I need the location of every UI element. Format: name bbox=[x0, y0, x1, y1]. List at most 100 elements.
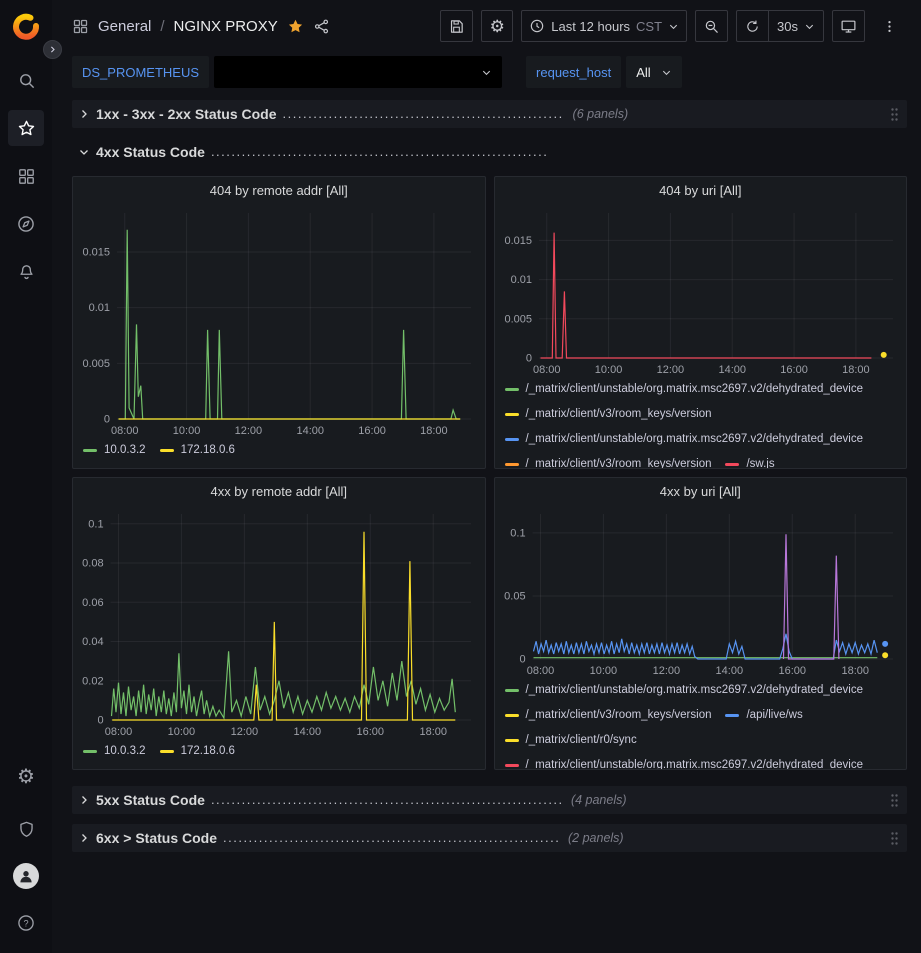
row-drag-handle[interactable] bbox=[890, 831, 899, 846]
star-icon bbox=[17, 119, 36, 138]
legend-item[interactable]: /_matrix/client/unstable/org.matrix.msc2… bbox=[505, 432, 864, 447]
panel-title[interactable]: 404 by uri [All] bbox=[495, 177, 907, 203]
legend-series-marker bbox=[725, 463, 739, 466]
chevron-down-icon bbox=[668, 21, 679, 32]
row-header-6xx[interactable]: 6xx > Status Code ......................… bbox=[72, 824, 907, 852]
user-avatar[interactable] bbox=[13, 863, 39, 889]
timeseries-chart[interactable]: 00.020.040.060.080.108:0010:0012:0014:00… bbox=[73, 504, 485, 742]
panel-title[interactable]: 404 by remote addr [All] bbox=[73, 177, 485, 203]
row-panel-count: (4 panels) bbox=[571, 793, 627, 807]
favorite-star-button[interactable] bbox=[287, 18, 304, 35]
legend-series-label: /api/live/ws bbox=[746, 708, 802, 723]
refresh-interval-select[interactable]: 30s bbox=[768, 11, 823, 41]
tv-mode-button[interactable] bbox=[832, 10, 865, 42]
panel-title[interactable]: 4xx by remote addr [All] bbox=[73, 478, 485, 504]
timeseries-chart[interactable]: 00.0050.010.01508:0010:0012:0014:0016:00… bbox=[73, 203, 485, 441]
sidebar-item-server-admin[interactable] bbox=[8, 811, 44, 847]
legend-series-label: 172.18.0.6 bbox=[181, 744, 235, 759]
svg-text:0: 0 bbox=[519, 654, 525, 666]
help-icon: ? bbox=[16, 913, 36, 933]
svg-text:10:00: 10:00 bbox=[594, 364, 622, 376]
row-title: 6xx > Status Code bbox=[96, 830, 217, 846]
grafana-swirl bbox=[16, 17, 36, 37]
svg-text:0.01: 0.01 bbox=[89, 302, 110, 314]
request-host-select[interactable]: All bbox=[626, 56, 681, 88]
row-header-1xx-3xx-2xx[interactable]: 1xx - 3xx - 2xx Status Code ............… bbox=[72, 100, 907, 128]
gear-icon: ⚙ bbox=[17, 767, 35, 787]
sidebar-item-configuration[interactable]: ⚙ bbox=[8, 759, 44, 795]
legend-series-marker bbox=[505, 438, 519, 441]
legend-item[interactable]: /api/live/ws bbox=[725, 708, 802, 723]
svg-text:18:00: 18:00 bbox=[419, 726, 447, 738]
row-dotted-leader: ........................................… bbox=[211, 144, 546, 161]
svg-text:0: 0 bbox=[104, 414, 110, 426]
legend-item[interactable]: 10.0.3.2 bbox=[83, 744, 146, 759]
panel-title[interactable]: 4xx by uri [All] bbox=[495, 478, 907, 504]
legend-item[interactable]: 10.0.3.2 bbox=[83, 443, 146, 458]
toolbar: ⚙ Last 12 hours CST 30s bbox=[440, 10, 905, 42]
zoom-out-button[interactable] bbox=[695, 10, 728, 42]
star-filled-icon bbox=[287, 18, 304, 35]
save-dashboard-button[interactable] bbox=[440, 10, 473, 42]
compass-icon bbox=[16, 214, 36, 234]
svg-text:0.1: 0.1 bbox=[88, 518, 103, 530]
bell-icon bbox=[17, 263, 36, 282]
legend-item[interactable]: 172.18.0.6 bbox=[160, 443, 235, 458]
row-drag-handle[interactable] bbox=[890, 793, 899, 808]
panel-404-by-uri: 404 by uri [All] 00.0050.010.01508:0010:… bbox=[494, 176, 908, 469]
breadcrumb-folder[interactable]: General bbox=[98, 18, 151, 35]
timeseries-chart[interactable]: 00.050.108:0010:0012:0014:0016:0018:00 bbox=[495, 504, 907, 681]
row-header-4xx[interactable]: 4xx Status Code ........................… bbox=[72, 138, 907, 166]
share-button[interactable] bbox=[313, 18, 330, 35]
dashboard-settings-button[interactable]: ⚙ bbox=[481, 10, 513, 42]
dashboard-title[interactable]: NGINX PROXY bbox=[174, 18, 278, 35]
legend-series-marker bbox=[725, 714, 739, 717]
dashboards-grid-icon bbox=[17, 167, 36, 186]
row-header-5xx[interactable]: 5xx Status Code ........................… bbox=[72, 786, 907, 814]
sidebar-item-alerting[interactable] bbox=[8, 254, 44, 290]
sidebar: ⚙ ? bbox=[0, 0, 52, 953]
legend-item[interactable]: 172.18.0.6 bbox=[160, 744, 235, 759]
legend-item[interactable]: /_matrix/client/r0/sync bbox=[505, 733, 637, 748]
svg-text:0: 0 bbox=[97, 715, 103, 727]
legend-series-label: /_matrix/client/v3/room_keys/version bbox=[526, 407, 712, 422]
sidebar-bottom: ⚙ ? bbox=[8, 759, 44, 941]
sidebar-expand-button[interactable] bbox=[43, 40, 62, 59]
sidebar-item-search[interactable] bbox=[8, 62, 44, 98]
legend-item[interactable]: /_matrix/client/v3/room_keys/version bbox=[505, 708, 712, 723]
legend-item[interactable]: /sw.js bbox=[725, 457, 774, 468]
sidebar-item-dashboards[interactable] bbox=[8, 158, 44, 194]
svg-text:16:00: 16:00 bbox=[358, 425, 386, 437]
legend-series-label: /_matrix/client/unstable/org.matrix.msc2… bbox=[526, 683, 864, 698]
legend-series-label: /sw.js bbox=[746, 457, 774, 468]
panel-404-by-remote-addr: 404 by remote addr [All] 00.0050.010.015… bbox=[72, 176, 486, 469]
legend-series-label: 10.0.3.2 bbox=[104, 443, 146, 458]
refresh-button[interactable] bbox=[737, 11, 768, 41]
legend-series-label: /_matrix/client/unstable/org.matrix.msc2… bbox=[526, 382, 864, 397]
legend-item[interactable]: /_matrix/client/v3/room_keys/version bbox=[505, 457, 712, 468]
svg-text:16:00: 16:00 bbox=[778, 665, 806, 677]
svg-text:12:00: 12:00 bbox=[656, 364, 684, 376]
svg-text:0.02: 0.02 bbox=[82, 675, 103, 687]
request-host-value: All bbox=[636, 65, 650, 80]
row-title: 4xx Status Code bbox=[96, 144, 205, 160]
sidebar-item-explore[interactable] bbox=[8, 206, 44, 242]
sidebar-item-starred[interactable] bbox=[8, 110, 44, 146]
row-drag-handle[interactable] bbox=[890, 107, 899, 122]
datasource-select[interactable] bbox=[214, 56, 502, 88]
legend-series-label: /_matrix/client/v3/room_keys/version bbox=[526, 457, 712, 468]
legend-item[interactable]: /_matrix/client/v3/room_keys/version bbox=[505, 407, 712, 422]
sidebar-item-help[interactable]: ? bbox=[8, 905, 44, 941]
svg-text:08:00: 08:00 bbox=[526, 665, 554, 677]
more-options-button[interactable] bbox=[873, 10, 905, 42]
svg-text:0.015: 0.015 bbox=[504, 235, 532, 247]
grafana-logo[interactable] bbox=[9, 10, 43, 44]
timeseries-chart[interactable]: 00.0050.010.01508:0010:0012:0014:0016:00… bbox=[495, 203, 907, 380]
legend-item[interactable]: /_matrix/client/unstable/org.matrix.msc2… bbox=[505, 382, 864, 397]
legend-item[interactable]: /_matrix/client/unstable/org.matrix.msc2… bbox=[505, 683, 864, 698]
panel-legend: /_matrix/client/unstable/org.matrix.msc2… bbox=[495, 380, 907, 468]
legend-item[interactable]: /_matrix/client/unstable/org.matrix.msc2… bbox=[505, 758, 864, 769]
refresh-interval-value: 30s bbox=[777, 19, 798, 34]
legend-series-label: /_matrix/client/unstable/org.matrix.msc2… bbox=[526, 758, 864, 769]
time-range-picker[interactable]: Last 12 hours CST bbox=[521, 10, 687, 42]
